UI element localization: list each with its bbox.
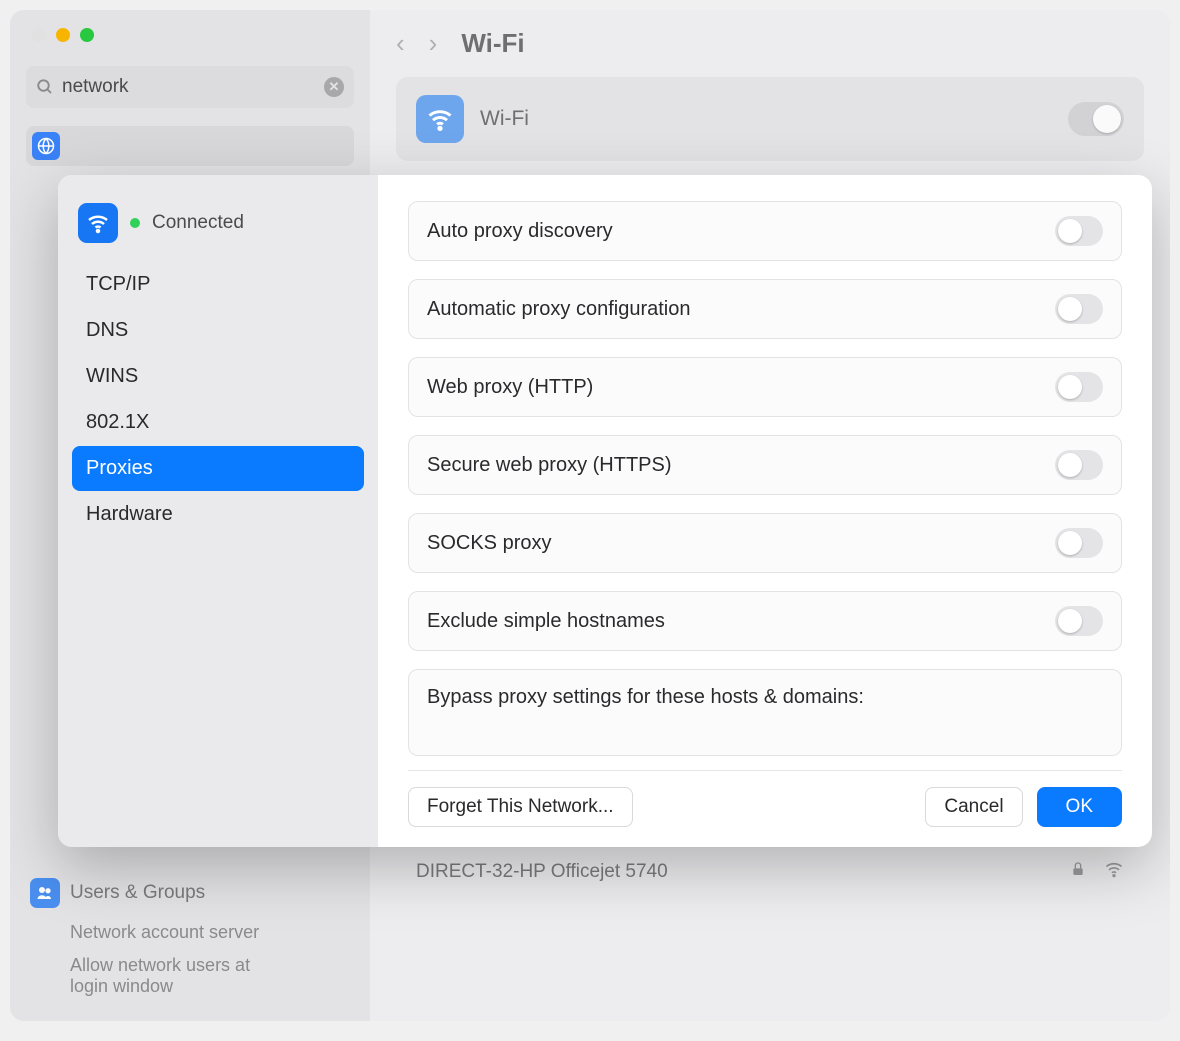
sidebar-item-label: Users & Groups <box>70 882 205 904</box>
modal-tab-8021x[interactable]: 802.1X <box>72 400 364 445</box>
connection-status-label: Connected <box>152 212 244 234</box>
wifi-label: Wi-Fi <box>480 107 529 131</box>
proxy-option-socks: SOCKS proxy <box>408 513 1122 573</box>
lock-icon <box>1070 861 1086 883</box>
search-input[interactable] <box>62 76 324 98</box>
option-label: Web proxy (HTTP) <box>427 376 593 399</box>
proxy-option-https: Secure web proxy (HTTPS) <box>408 435 1122 495</box>
minimize-window-button[interactable] <box>56 28 70 42</box>
system-settings-window: ✕ Users & Groups Network account server … <box>10 10 1170 1021</box>
search-field[interactable]: ✕ <box>26 66 354 108</box>
known-network-row[interactable]: DIRECT-32-HP Officejet 5740 <box>396 845 1144 899</box>
sidebar-subitem-network-account[interactable]: Network account server <box>26 916 354 949</box>
modal-tab-hardware[interactable]: Hardware <box>72 492 364 537</box>
sidebar-search-results: Users & Groups Network account server Al… <box>26 860 354 1003</box>
toggle-web-proxy-http[interactable] <box>1055 372 1103 402</box>
sidebar-subitem-allow-login[interactable]: Allow network users at login window <box>26 949 354 1003</box>
status-dot-icon <box>130 218 140 228</box>
sidebar-item-network[interactable] <box>26 126 354 166</box>
window-controls <box>32 28 354 42</box>
modal-tab-tcpip[interactable]: TCP/IP <box>72 262 364 307</box>
option-label: Auto proxy discovery <box>427 220 613 243</box>
toggle-auto-proxy-discovery[interactable] <box>1055 216 1103 246</box>
connection-status: Connected <box>68 199 368 261</box>
option-label: Secure web proxy (HTTPS) <box>427 454 672 477</box>
forget-network-button[interactable]: Forget This Network... <box>408 787 633 827</box>
close-window-button[interactable] <box>32 28 46 42</box>
bypass-label: Bypass proxy settings for these hosts & … <box>427 686 864 708</box>
nav-bar: ‹ › Wi-Fi <box>396 28 1144 59</box>
forward-button[interactable]: › <box>429 28 438 59</box>
modal-tab-wins[interactable]: WINS <box>72 354 364 399</box>
cancel-button[interactable]: Cancel <box>925 787 1022 827</box>
option-label: SOCKS proxy <box>427 532 551 555</box>
wifi-signal-icon <box>1104 859 1124 885</box>
wifi-toggle[interactable] <box>1068 102 1124 136</box>
wifi-icon <box>416 95 464 143</box>
maximize-window-button[interactable] <box>80 28 94 42</box>
modal-content: Auto proxy discovery Automatic proxy con… <box>378 175 1152 847</box>
bypass-hosts-field[interactable]: Bypass proxy settings for these hosts & … <box>408 669 1122 756</box>
ok-button[interactable]: OK <box>1037 787 1122 827</box>
toggle-web-proxy-https[interactable] <box>1055 450 1103 480</box>
toggle-socks-proxy[interactable] <box>1055 528 1103 558</box>
proxy-option-auto-config: Automatic proxy configuration <box>408 279 1122 339</box>
proxy-option-exclude-simple: Exclude simple hostnames <box>408 591 1122 651</box>
wifi-settings-modal: Connected TCP/IP DNS WINS 802.1X Proxies… <box>58 175 1152 847</box>
page-title: Wi-Fi <box>461 28 524 59</box>
toggle-auto-proxy-config[interactable] <box>1055 294 1103 324</box>
clear-search-button[interactable]: ✕ <box>324 77 344 97</box>
modal-tab-dns[interactable]: DNS <box>72 308 364 353</box>
proxy-option-auto-discovery: Auto proxy discovery <box>408 201 1122 261</box>
modal-tab-proxies[interactable]: Proxies <box>72 446 364 491</box>
wifi-header-card: Wi-Fi <box>396 77 1144 161</box>
modal-sidebar: Connected TCP/IP DNS WINS 802.1X Proxies… <box>58 175 378 847</box>
globe-icon <box>32 132 60 160</box>
option-label: Automatic proxy configuration <box>427 298 690 321</box>
option-label: Exclude simple hostnames <box>427 610 665 633</box>
back-button[interactable]: ‹ <box>396 28 405 59</box>
toggle-exclude-simple-hostnames[interactable] <box>1055 606 1103 636</box>
network-name: DIRECT-32-HP Officejet 5740 <box>416 861 1070 883</box>
sidebar-item-users-groups[interactable]: Users & Groups <box>26 870 354 916</box>
wifi-icon <box>78 203 118 243</box>
proxy-option-http: Web proxy (HTTP) <box>408 357 1122 417</box>
modal-footer: Forget This Network... Cancel OK <box>408 770 1122 847</box>
users-icon <box>30 878 60 908</box>
search-icon <box>36 78 54 96</box>
